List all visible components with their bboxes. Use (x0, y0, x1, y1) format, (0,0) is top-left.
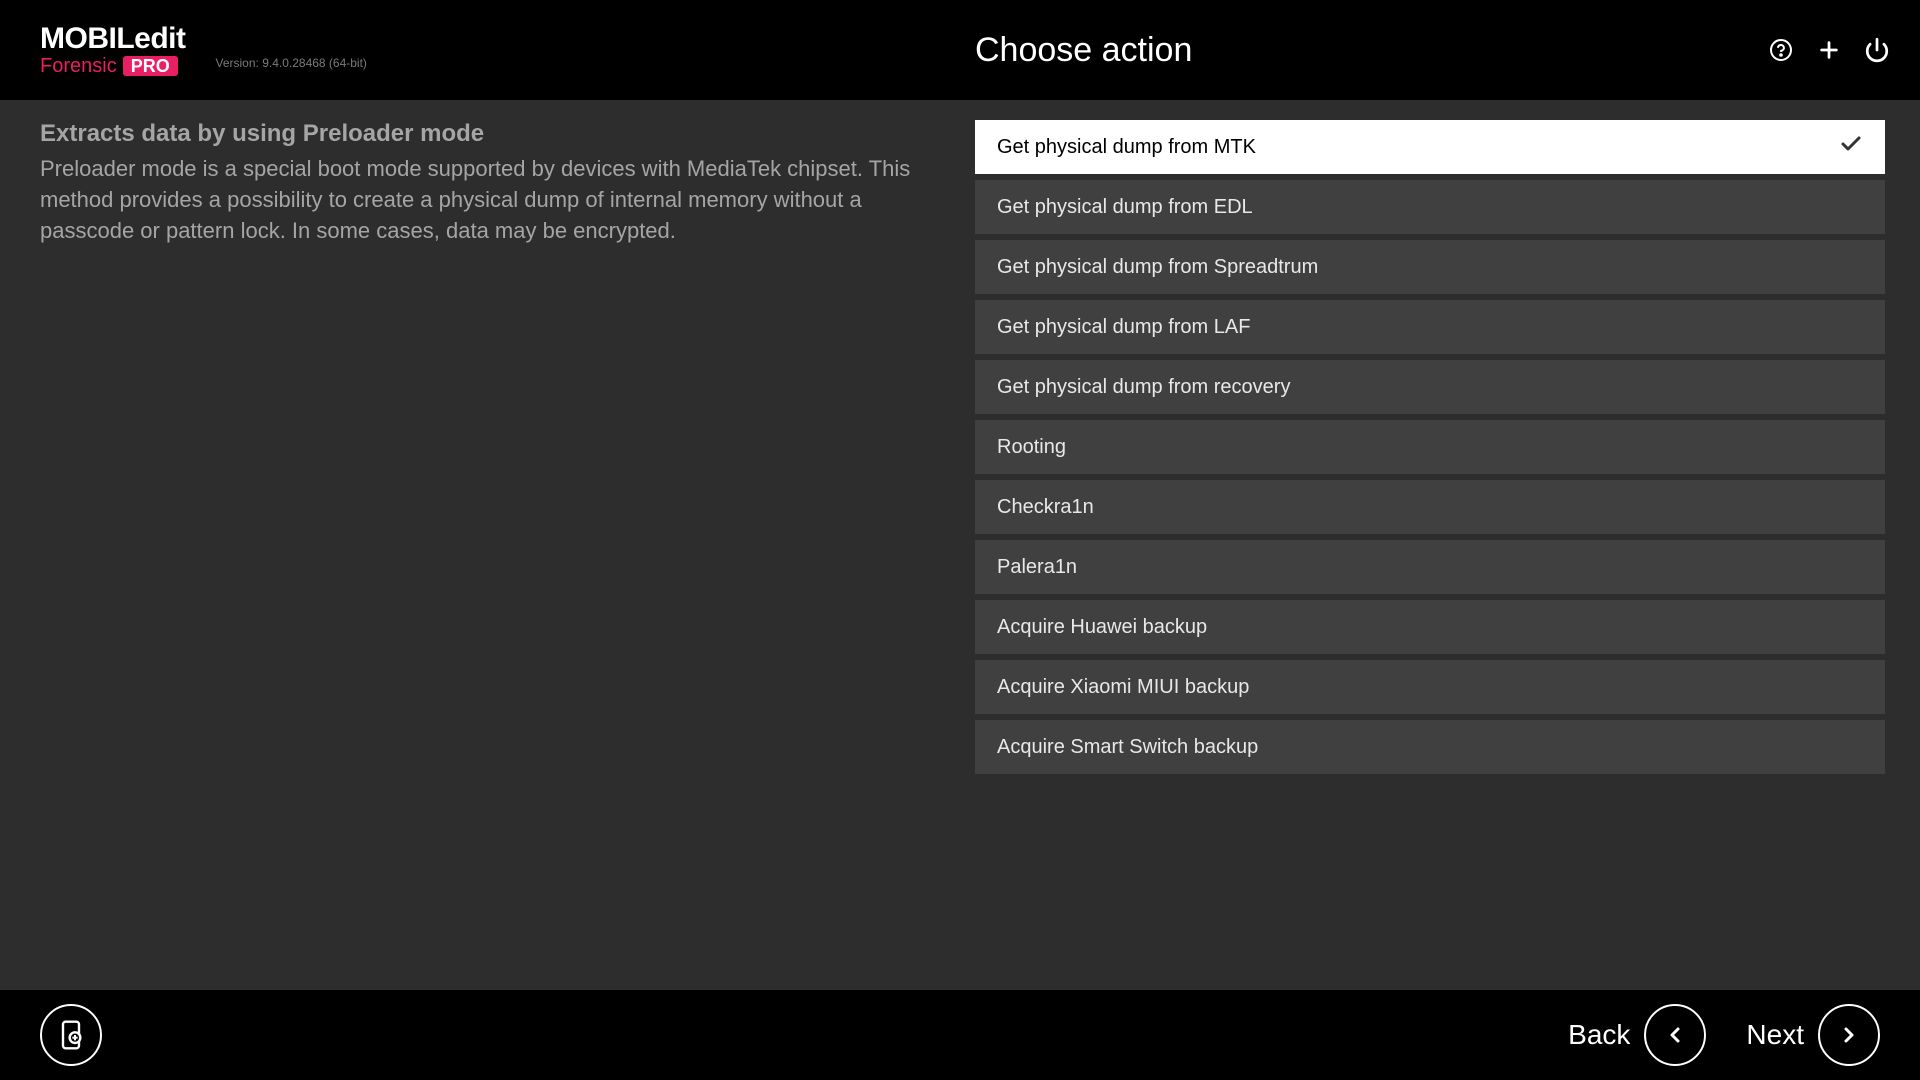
next-label: Next (1746, 1019, 1804, 1051)
action-list: Get physical dump from MTK Get physical d… (975, 120, 1885, 774)
description-panel: Extracts data by using Preloader mode Pr… (0, 120, 970, 990)
next-button[interactable]: Next (1746, 1004, 1880, 1066)
logo-section: MOBILedit Forensic PRO Version: 9.4.0.28… (40, 24, 367, 76)
action-item-label: Get physical dump from EDL (997, 196, 1253, 219)
action-item[interactable]: Palera1n (975, 540, 1885, 594)
footer: Back Next (0, 990, 1920, 1080)
action-item[interactable]: Checkra1n (975, 480, 1885, 534)
power-icon[interactable] (1864, 37, 1890, 63)
back-button[interactable]: Back (1568, 1004, 1706, 1066)
action-item[interactable]: Get physical dump from recovery (975, 360, 1885, 414)
header-icons (1768, 37, 1890, 63)
action-item[interactable]: Get physical dump from LAF (975, 300, 1885, 354)
logo-pro-badge: PRO (123, 56, 178, 76)
action-item-label: Get physical dump from MTK (997, 136, 1256, 159)
add-device-button[interactable] (40, 1004, 102, 1066)
app-logo: MOBILedit Forensic PRO (40, 24, 186, 76)
action-item-label: Acquire Xiaomi MIUI backup (997, 676, 1249, 699)
next-chevron-icon (1818, 1004, 1880, 1066)
action-item-label: Rooting (997, 436, 1066, 459)
content-area: Extracts data by using Preloader mode Pr… (0, 100, 1920, 990)
back-label: Back (1568, 1019, 1630, 1051)
action-item[interactable]: Rooting (975, 420, 1885, 474)
description-title: Extracts data by using Preloader mode (40, 120, 930, 148)
version-label: Version: 9.4.0.28468 (64-bit) (216, 56, 367, 70)
header: MOBILedit Forensic PRO Version: 9.4.0.28… (0, 0, 1920, 100)
action-item[interactable]: Get physical dump from EDL (975, 180, 1885, 234)
check-icon (1839, 132, 1863, 162)
back-chevron-icon (1644, 1004, 1706, 1066)
action-item-label: Get physical dump from Spreadtrum (997, 256, 1318, 279)
logo-main-text: MOBILedit (40, 24, 186, 54)
action-item-label: Acquire Smart Switch backup (997, 736, 1258, 759)
action-item[interactable]: Acquire Xiaomi MIUI backup (975, 660, 1885, 714)
action-item[interactable]: Acquire Smart Switch backup (975, 720, 1885, 774)
logo-forensic-text: Forensic (40, 56, 117, 76)
action-item-label: Get physical dump from recovery (997, 376, 1290, 399)
action-item-label: Palera1n (997, 556, 1077, 579)
help-icon[interactable] (1768, 37, 1794, 63)
nav-buttons: Back Next (1568, 1004, 1880, 1066)
action-panel: Get physical dump from MTK Get physical d… (970, 120, 1920, 990)
add-icon[interactable] (1816, 37, 1842, 63)
logo-subtitle: Forensic PRO (40, 56, 186, 76)
action-item[interactable]: Get physical dump from Spreadtrum (975, 240, 1885, 294)
action-item-label: Get physical dump from LAF (997, 316, 1250, 339)
action-item-label: Checkra1n (997, 496, 1094, 519)
description-text: Preloader mode is a special boot mode su… (40, 154, 930, 246)
action-item[interactable]: Acquire Huawei backup (975, 600, 1885, 654)
page-title: Choose action (975, 31, 1192, 70)
action-item-label: Acquire Huawei backup (997, 616, 1207, 639)
action-item[interactable]: Get physical dump from MTK (975, 120, 1885, 174)
